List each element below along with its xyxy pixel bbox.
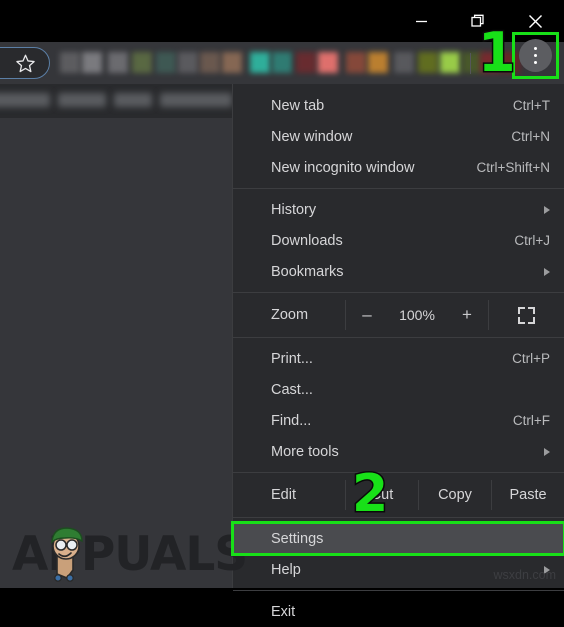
- fullscreen-icon: [518, 306, 535, 324]
- menu-item-label: Exit: [271, 603, 296, 620]
- fullscreen-button[interactable]: [489, 298, 564, 332]
- minimize-button[interactable]: [398, 0, 444, 42]
- menu-separator: [233, 337, 564, 338]
- extension-icon[interactable]: [82, 52, 102, 73]
- zoom-percent-text: 100%: [399, 307, 435, 323]
- submenu-arrow-icon: [544, 205, 550, 214]
- extension-icon[interactable]: [108, 52, 128, 73]
- menu-item-label: Find...: [271, 412, 312, 429]
- menu-button-highlight: [512, 32, 559, 79]
- extension-icon[interactable]: [60, 52, 80, 73]
- dot-icon: [533, 53, 538, 58]
- menu-item-shortcut: Ctrl+Shift+N: [476, 160, 550, 175]
- zoom-percent: 100%: [388, 298, 446, 332]
- menu-item-label: More tools: [271, 443, 339, 460]
- extension-icon[interactable]: [394, 52, 414, 73]
- bookmark-star-button[interactable]: [0, 47, 50, 79]
- menu-item-shortcut: Ctrl+J: [514, 233, 550, 248]
- extension-icons: [60, 42, 520, 84]
- menu-item-label: History: [271, 201, 317, 218]
- bookmarks-bar: [0, 84, 234, 118]
- menu-item-shortcut: Ctrl+T: [512, 98, 550, 113]
- extension-icon[interactable]: [250, 52, 270, 73]
- browser-window: New tab Ctrl+T New window Ctrl+N New incogni…: [0, 0, 564, 620]
- dot-icon: [533, 46, 538, 51]
- menu-item-downloads[interactable]: Downloads Ctrl+J: [233, 225, 564, 256]
- menu-row-zoom: Zoom – 100% +: [233, 298, 564, 332]
- zoom-in-button[interactable]: +: [446, 298, 488, 332]
- extension-icon[interactable]: [178, 52, 198, 73]
- zoom-out-button[interactable]: –: [346, 298, 388, 332]
- page-content-area: [0, 118, 234, 588]
- extension-icon[interactable]: [132, 52, 152, 73]
- menu-item-print[interactable]: Print... Ctrl+P: [233, 343, 564, 374]
- extension-icon[interactable]: [200, 52, 220, 73]
- menu-item-new-incognito-window[interactable]: New incognito window Ctrl+Shift+N: [233, 152, 564, 183]
- bookmark-item[interactable]: [160, 93, 232, 107]
- menu-item-find[interactable]: Find... Ctrl+F: [233, 405, 564, 436]
- star-icon: [16, 54, 35, 72]
- submenu-arrow-icon: [544, 447, 550, 456]
- submenu-arrow-icon: [544, 267, 550, 276]
- menu-item-new-window[interactable]: New window Ctrl+N: [233, 121, 564, 152]
- minimize-icon: [415, 20, 427, 22]
- bookmark-item[interactable]: [0, 93, 50, 107]
- menu-item-label: Help: [271, 561, 301, 578]
- extension-icon[interactable]: [368, 52, 388, 73]
- menu-separator: [233, 292, 564, 293]
- menu-item-cast[interactable]: Cast...: [233, 374, 564, 405]
- paste-button[interactable]: Paste: [492, 478, 564, 512]
- menu-item-label: Cast...: [271, 381, 313, 398]
- menu-item-bookmarks[interactable]: Bookmarks: [233, 256, 564, 287]
- menu-separator: [233, 472, 564, 473]
- extension-icon[interactable]: [346, 52, 366, 73]
- menu-item-shortcut: Ctrl+P: [512, 351, 550, 366]
- menu-item-label: Settings: [271, 530, 324, 547]
- toolbar-divider: [470, 53, 471, 74]
- step-marker-1: 1: [477, 21, 518, 84]
- menu-item-settings[interactable]: Settings: [231, 521, 564, 556]
- menu-item-label: New window: [271, 128, 353, 145]
- menu-item-label: New incognito window: [271, 159, 415, 176]
- three-dot-menu-button[interactable]: [519, 39, 552, 72]
- zoom-label: Zoom: [233, 298, 345, 332]
- site-watermark: wsxdn.com: [493, 568, 556, 582]
- menu-item-exit[interactable]: Exit: [233, 596, 564, 627]
- paste-label: Paste: [509, 487, 547, 503]
- edit-label: Edit: [233, 478, 345, 512]
- menu-separator: [233, 590, 564, 591]
- zoom-in-label: +: [462, 305, 472, 324]
- menu-item-history[interactable]: History: [233, 194, 564, 225]
- edit-label-text: Edit: [271, 487, 296, 503]
- extension-icon[interactable]: [222, 52, 242, 73]
- menu-item-shortcut: Ctrl+F: [512, 413, 550, 428]
- bookmark-item[interactable]: [58, 93, 106, 107]
- chrome-main-menu: New tab Ctrl+T New window Ctrl+N New incogni…: [231, 84, 564, 620]
- extension-icon[interactable]: [318, 52, 338, 73]
- menu-row-edit: Edit Cut Copy Paste: [233, 478, 564, 512]
- menu-item-label: Print...: [271, 350, 313, 367]
- extension-icon[interactable]: [418, 52, 438, 73]
- zoom-out-label: –: [362, 305, 372, 324]
- extension-icon[interactable]: [272, 52, 292, 73]
- menu-separator: [233, 188, 564, 189]
- close-icon: [528, 14, 542, 28]
- dot-icon: [533, 60, 538, 65]
- menu-item-label: Downloads: [271, 232, 343, 249]
- menu-item-new-tab[interactable]: New tab Ctrl+T: [233, 90, 564, 121]
- menu-separator: [233, 517, 564, 518]
- zoom-label-text: Zoom: [271, 307, 309, 323]
- copy-label: Copy: [438, 487, 472, 503]
- bookmark-item[interactable]: [114, 93, 152, 107]
- extension-icon[interactable]: [296, 52, 316, 73]
- menu-item-shortcut: Ctrl+N: [511, 129, 550, 144]
- menu-item-more-tools[interactable]: More tools: [233, 436, 564, 467]
- step-marker-2: 2: [350, 464, 389, 524]
- menu-item-label: Bookmarks: [271, 263, 344, 280]
- copy-button[interactable]: Copy: [419, 478, 491, 512]
- extension-icon[interactable]: [440, 52, 460, 73]
- extension-icon[interactable]: [156, 52, 176, 73]
- menu-item-label: New tab: [271, 97, 325, 114]
